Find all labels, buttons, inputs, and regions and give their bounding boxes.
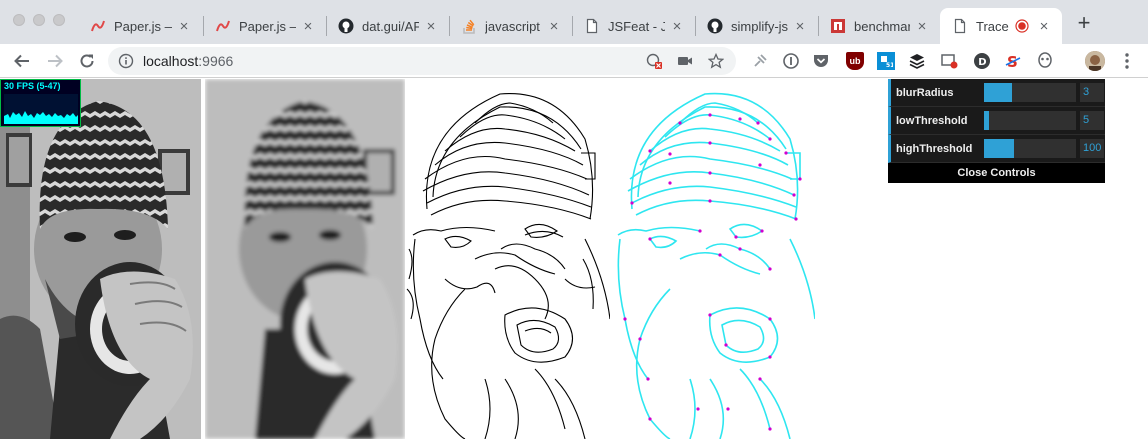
window-minimize-button[interactable] bbox=[33, 14, 45, 26]
ublock-icon[interactable]: ub bbox=[846, 52, 864, 70]
close-icon[interactable]: × bbox=[300, 18, 316, 35]
page-content: 30 FPS (5-47) blurRadius 3 lowThreshold … bbox=[0, 79, 1148, 439]
tab-5[interactable]: JSFeat - J × bbox=[572, 8, 695, 44]
url-text[interactable]: localhost:9966 bbox=[143, 53, 233, 69]
toolbar: localhost:9966 ub 51 D S bbox=[0, 44, 1148, 78]
tab-6[interactable]: simplify-js × bbox=[695, 8, 818, 44]
tab-title: Paper.js — bbox=[114, 18, 172, 34]
high-threshold-slider[interactable] bbox=[984, 139, 1076, 158]
tab-title: JSFeat - J bbox=[608, 18, 665, 34]
svg-text:D: D bbox=[978, 57, 986, 68]
control-blur-radius: blurRadius 3 bbox=[888, 79, 1105, 107]
tab-title: Trace bbox=[976, 18, 1009, 34]
npm-icon bbox=[830, 18, 846, 34]
page-icon bbox=[584, 18, 600, 34]
close-icon[interactable]: × bbox=[176, 18, 192, 35]
control-low-threshold: lowThreshold 5 bbox=[888, 107, 1105, 135]
info-extension-icon[interactable] bbox=[782, 52, 800, 70]
address-bar[interactable]: localhost:9966 bbox=[108, 47, 736, 75]
fps-stats-panel[interactable]: 30 FPS (5-47) bbox=[0, 79, 81, 127]
menu-kebab-icon[interactable] bbox=[1118, 52, 1136, 70]
tab-title: Paper.js — bbox=[239, 18, 296, 34]
slider-fill bbox=[984, 83, 1012, 102]
tab-3[interactable]: dat.gui/API × bbox=[326, 8, 449, 44]
pin-extension-icon[interactable] bbox=[751, 52, 769, 70]
tab-8-active[interactable]: Trace × bbox=[940, 8, 1062, 44]
close-icon[interactable]: × bbox=[669, 18, 685, 35]
trace-canvas bbox=[610, 79, 815, 439]
close-icon[interactable]: × bbox=[914, 18, 930, 35]
window-resizer-icon[interactable]: 51 bbox=[877, 52, 895, 70]
page-icon bbox=[952, 18, 968, 34]
blur-radius-input[interactable]: 3 bbox=[1080, 83, 1104, 102]
tab-strip: Paper.js — × Paper.js — × dat.gui/API × … bbox=[0, 0, 1148, 44]
url-port: :9966 bbox=[198, 53, 234, 69]
tab-title: benchmar bbox=[854, 18, 910, 34]
arrow-right-icon bbox=[48, 54, 63, 68]
reload-button[interactable] bbox=[75, 49, 99, 73]
github-icon bbox=[707, 18, 723, 34]
close-icon[interactable]: × bbox=[1036, 18, 1052, 35]
avatar[interactable] bbox=[1085, 51, 1105, 71]
arrow-left-icon bbox=[14, 54, 29, 68]
window-zoom-button[interactable] bbox=[53, 14, 65, 26]
pocket-icon[interactable] bbox=[812, 52, 830, 70]
paperjs-icon bbox=[215, 18, 231, 34]
info-icon[interactable] bbox=[118, 53, 134, 74]
tab-4[interactable]: javascript × bbox=[449, 8, 572, 44]
control-high-threshold: highThreshold 100 bbox=[888, 135, 1105, 163]
mask-extension-icon[interactable] bbox=[1036, 52, 1054, 70]
tab-2[interactable]: Paper.js — × bbox=[203, 8, 326, 44]
low-threshold-slider[interactable] bbox=[984, 111, 1076, 130]
new-tab-button[interactable]: + bbox=[1072, 12, 1096, 36]
control-label: blurRadius bbox=[896, 87, 954, 99]
tab-title: dat.gui/API bbox=[362, 18, 419, 34]
tab-title: simplify-js bbox=[731, 18, 788, 34]
camera-icon[interactable] bbox=[677, 53, 693, 69]
recording-icon bbox=[1014, 18, 1030, 34]
tab-title: javascript bbox=[485, 18, 540, 34]
d-extension-icon[interactable]: D bbox=[973, 52, 991, 70]
control-label: highThreshold bbox=[896, 143, 973, 155]
layers-icon[interactable] bbox=[908, 52, 926, 70]
blur-radius-slider[interactable] bbox=[984, 83, 1076, 102]
back-button[interactable] bbox=[10, 49, 34, 73]
tab-7[interactable]: benchmar × bbox=[818, 8, 940, 44]
bookmark-star-icon[interactable] bbox=[708, 53, 724, 69]
screen-capture-icon[interactable] bbox=[940, 52, 958, 70]
svg-text:51: 51 bbox=[886, 62, 893, 68]
close-icon[interactable]: × bbox=[546, 18, 562, 35]
blocked-content-icon[interactable] bbox=[646, 53, 662, 69]
fps-graph bbox=[4, 94, 78, 124]
close-controls-button[interactable]: Close Controls bbox=[888, 163, 1105, 183]
s-extension-icon[interactable]: S bbox=[1004, 52, 1022, 70]
reload-icon bbox=[80, 54, 94, 68]
github-icon bbox=[338, 18, 354, 34]
webcam-video bbox=[0, 79, 201, 439]
fps-label: 30 FPS (5-47) bbox=[4, 81, 61, 91]
dat-gui-panel: blurRadius 3 lowThreshold 5 highThreshol… bbox=[888, 79, 1105, 183]
low-threshold-input[interactable]: 5 bbox=[1080, 111, 1104, 130]
control-label: lowThreshold bbox=[896, 115, 968, 127]
close-icon[interactable]: × bbox=[423, 18, 439, 35]
slider-fill bbox=[984, 139, 1015, 158]
paperjs-icon bbox=[90, 18, 106, 34]
slider-fill bbox=[984, 111, 989, 130]
url-host: localhost bbox=[143, 53, 199, 69]
high-threshold-input[interactable]: 100 bbox=[1080, 139, 1104, 158]
tab-1[interactable]: Paper.js — × bbox=[78, 8, 202, 44]
blurred-video bbox=[205, 79, 405, 439]
close-icon[interactable]: × bbox=[792, 18, 808, 35]
stackoverflow-icon bbox=[461, 18, 477, 34]
window-close-button[interactable] bbox=[13, 14, 25, 26]
forward-button[interactable] bbox=[43, 49, 67, 73]
edge-detection-canvas bbox=[405, 79, 610, 439]
